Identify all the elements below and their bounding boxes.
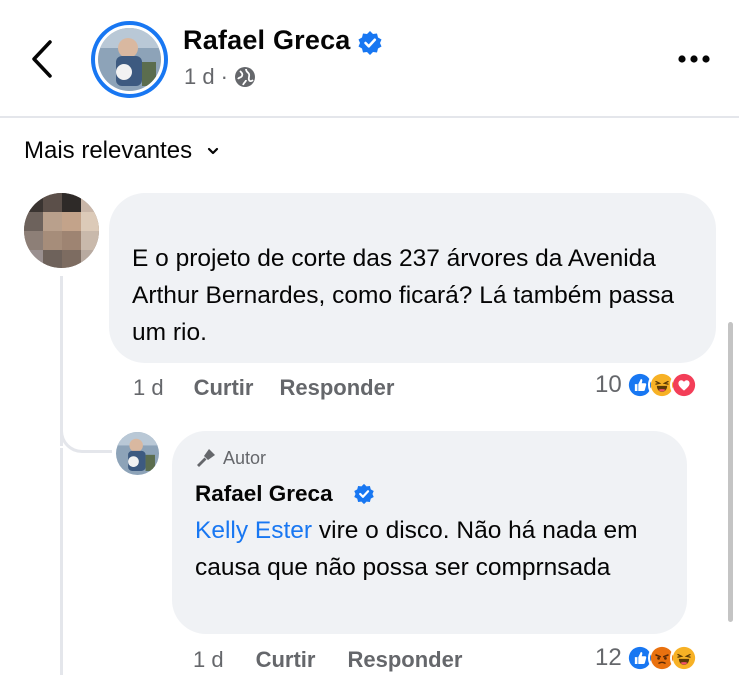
microphone-icon xyxy=(197,449,215,467)
comment-sort-dropdown[interactable]: Mais relevantes xyxy=(24,137,220,165)
like-button[interactable]: Curtir xyxy=(194,375,254,401)
chevron-left-icon xyxy=(32,40,52,78)
verified-badge-icon xyxy=(354,483,374,505)
author-name[interactable]: Rafael Greca xyxy=(183,25,351,56)
more-options-button[interactable] xyxy=(674,42,714,76)
post-time[interactable]: 1 d xyxy=(184,64,215,90)
more-horizontal-icon xyxy=(678,55,710,63)
reply-time[interactable]: 1 d xyxy=(193,647,224,673)
comment-text: E o projeto de corte das 237 árvores da … xyxy=(132,245,674,346)
verified-badge-icon xyxy=(358,31,382,55)
thread-connector xyxy=(60,405,112,453)
author-badge: Autor xyxy=(195,447,266,469)
like-button[interactable]: Curtir xyxy=(256,647,316,673)
globe-icon xyxy=(234,67,255,87)
reaction-summary[interactable]: 12 xyxy=(595,644,698,672)
reply-author-avatar[interactable] xyxy=(114,430,161,477)
thread-line xyxy=(60,448,63,675)
sort-label: Mais relevantes xyxy=(24,137,193,164)
meta-separator: · xyxy=(220,64,228,89)
mention-link[interactable]: Kelly Ester xyxy=(195,517,312,544)
haha-reaction-icon xyxy=(669,644,698,672)
author-avatar[interactable] xyxy=(91,21,168,98)
chevron-down-icon xyxy=(207,147,219,155)
comment-actions: 1 d Curtir Responder xyxy=(133,375,394,401)
reply-button[interactable]: Responder xyxy=(347,647,462,673)
commenter-avatar[interactable] xyxy=(24,193,99,268)
reply-text: Kelly Ester vire o disco. Não há nada em… xyxy=(195,512,675,586)
reply-actions: 1 d Curtir Responder xyxy=(193,647,462,673)
comment-time[interactable]: 1 d xyxy=(133,375,164,401)
love-reaction-icon xyxy=(669,371,698,399)
reaction-count: 12 xyxy=(595,644,622,671)
reaction-count: 10 xyxy=(595,371,622,398)
reply-button[interactable]: Responder xyxy=(279,375,394,401)
post-meta: 1 d · xyxy=(184,64,256,90)
scrollbar[interactable] xyxy=(728,322,733,622)
reaction-summary[interactable]: 10 xyxy=(595,371,698,399)
post-header: Rafael Greca 1 d · xyxy=(0,0,739,118)
back-button[interactable] xyxy=(28,38,58,80)
reply-author-name[interactable]: Rafael Greca xyxy=(195,481,333,507)
author-badge-label: Autor xyxy=(223,447,267,468)
